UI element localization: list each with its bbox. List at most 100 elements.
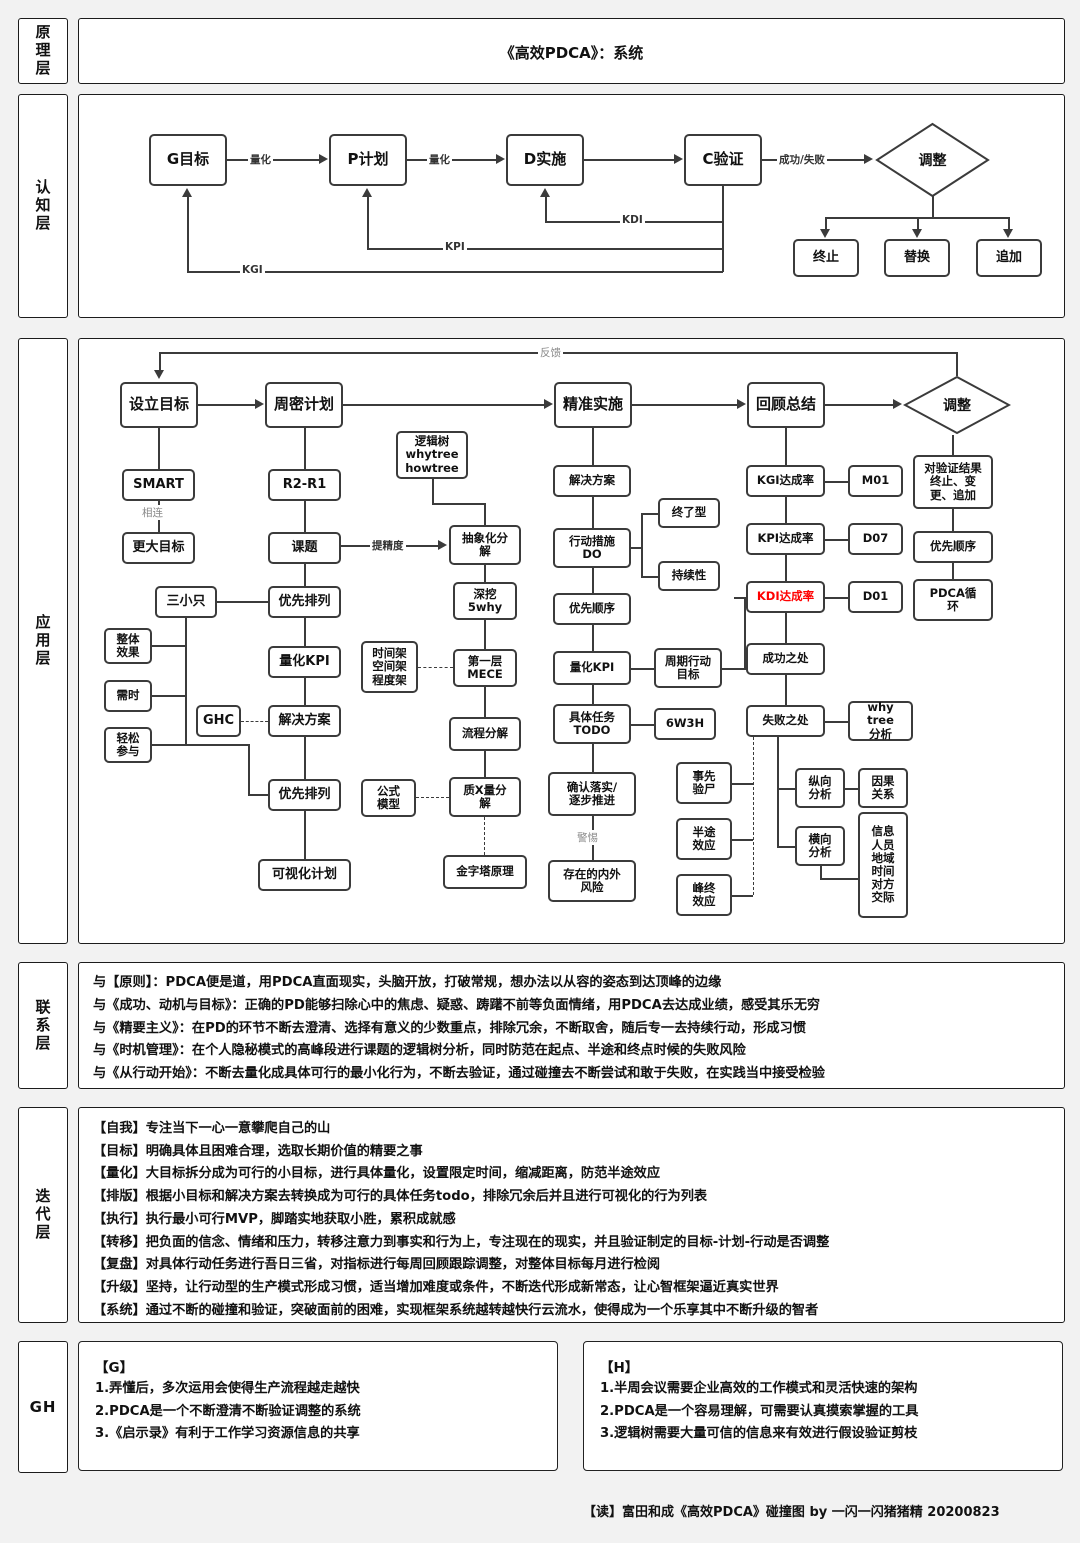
node-p-plan[interactable]: P计划	[329, 134, 407, 186]
node-kpi-rate[interactable]: KPI达成率	[746, 523, 825, 555]
node-stop[interactable]: 终止	[793, 239, 859, 277]
node-action-do[interactable]: 行动措施 DO	[553, 528, 631, 568]
node-internal-external-risk[interactable]: 存在的内外 风险	[548, 860, 636, 902]
node-ending-type[interactable]: 终了型	[658, 498, 720, 528]
node-ghc[interactable]: GHC	[196, 705, 241, 737]
node-when-needed-text: 需时	[116, 688, 140, 703]
connection-line: 与《时机管理》：在个人隐秘模式的高峰段进行课题的逻辑树分析，同时防范在起点、半途…	[93, 1043, 746, 1059]
node-dimensions-text: 信息 人员 地域 时间 对方 交际	[871, 824, 895, 905]
node-pyramid-principle[interactable]: 金字塔原理	[443, 855, 527, 889]
node-adjust-cognition[interactable]: 调整	[875, 122, 990, 198]
node-adjust-cognition-text: 调整	[918, 153, 947, 169]
node-topic[interactable]: 课题	[268, 532, 341, 564]
edge-topic-prior1	[304, 564, 306, 586]
node-review-summary[interactable]: 回顾总结	[747, 382, 825, 428]
node-kdi-rate[interactable]: KDI达成率	[746, 581, 825, 613]
node-r2-r1[interactable]: R2-R1	[268, 469, 341, 501]
node-append[interactable]: 追加	[976, 239, 1042, 277]
edge-result-priority	[952, 509, 954, 531]
node-thorough-plan[interactable]: 周密计划	[265, 382, 343, 428]
node-easy-participate[interactable]: 轻松 参与	[104, 727, 152, 763]
node-visual-plan[interactable]: 可视化计划	[258, 859, 351, 891]
layer-label-principle: 原理层	[18, 18, 68, 84]
node-todo-text: 具体任务 TODO	[569, 709, 615, 737]
node-priority-do[interactable]: 优先顺序	[553, 593, 631, 625]
node-precise-execute[interactable]: 精准实施	[554, 382, 632, 428]
node-m01[interactable]: M01	[848, 465, 903, 497]
layer-label-principle-text: 原理层	[33, 24, 52, 78]
edge-frames-mece	[418, 667, 453, 668]
node-d-do[interactable]: D实施	[506, 134, 584, 186]
node-adjust-application[interactable]: 调整	[903, 375, 1011, 435]
node-quantified-kpi-plan[interactable]: 量化KPI	[268, 646, 341, 678]
node-pdca-cycle[interactable]: PDCA循 环	[913, 579, 993, 621]
node-process-decompose[interactable]: 流程分解	[449, 717, 521, 751]
edge-plan-do-arrow	[544, 399, 553, 409]
edge-kdi-arrow	[540, 188, 550, 197]
node-success-points[interactable]: 成功之处	[746, 643, 825, 675]
node-vertical-analysis[interactable]: 纵向 分析	[795, 768, 845, 808]
edge-p-to-d	[407, 159, 497, 161]
node-c-check[interactable]: C验证	[684, 134, 762, 186]
edge-bus-to-prior2-h	[185, 744, 249, 746]
node-causal-relation[interactable]: 因果 关系	[858, 768, 908, 808]
edge-g-to-p-arrow	[319, 154, 328, 164]
node-peak-end-effect-text: 峰终 效应	[692, 880, 716, 908]
node-6w3h[interactable]: 6W3H	[654, 708, 716, 740]
node-abstract-decompose-text: 抽象化分 解	[462, 530, 508, 558]
node-causal-relation-text: 因果 关系	[871, 773, 895, 801]
node-kgi-rate[interactable]: KGI达成率	[746, 465, 825, 497]
node-todo[interactable]: 具体任务 TODO	[553, 704, 631, 744]
node-pre-autopsy[interactable]: 事先 验尸	[676, 762, 732, 804]
node-abstract-decompose[interactable]: 抽象化分 解	[449, 525, 521, 565]
node-confirm-implement[interactable]: 确认落实/ 逐步推进	[548, 772, 636, 816]
node-priority-adjust[interactable]: 优先顺序	[913, 531, 993, 563]
node-cycle-action-goal[interactable]: 周期行动 目标	[654, 648, 722, 688]
node-priority-order-2[interactable]: 优先排列	[268, 779, 341, 811]
node-quantified-kpi-do[interactable]: 量化KPI	[553, 651, 631, 685]
node-logic-tree[interactable]: 逻辑树 whytree howtree	[396, 431, 468, 479]
node-three-little[interactable]: 三小只	[155, 586, 217, 618]
node-d07[interactable]: D07	[848, 523, 903, 555]
edge-adjust-replace-arrow	[912, 229, 922, 238]
node-solution-plan[interactable]: 解决方案	[268, 705, 341, 737]
edge-bus-to-prior2-v	[248, 744, 250, 795]
node-priority-order-1[interactable]: 优先排列	[268, 586, 341, 618]
node-set-goal[interactable]: 设立目标	[120, 382, 198, 428]
edge-r2r1-topic	[304, 501, 306, 532]
edge-action-ending	[641, 513, 659, 515]
node-verify-result-action-text: 对验证结果 终止、变 更、追加	[924, 461, 982, 502]
node-midway-effect[interactable]: 半途 效应	[676, 818, 732, 860]
edge-failure-whytree	[825, 721, 848, 723]
node-internal-external-risk-text: 存在的内外 风险	[563, 866, 621, 894]
edge-do-solution	[592, 428, 594, 465]
iteration-line: 【系统】通过不断的碰撞和验证，突破面前的困难，实现框架系统越转越快行云流水，使得…	[93, 1302, 819, 1318]
node-formula-model[interactable]: 公式 模型	[361, 779, 416, 817]
node-smart[interactable]: SMART	[122, 469, 195, 501]
node-lasting[interactable]: 持续性	[658, 561, 720, 591]
node-quality-x-quantity[interactable]: 质X量分 解	[449, 777, 521, 817]
node-whole-effect[interactable]: 整体 效果	[104, 628, 152, 664]
node-deep-5why[interactable]: 深挖 5why	[453, 582, 517, 620]
node-replace[interactable]: 替换	[884, 239, 950, 277]
credit-line: 【读】富田和成《高效PDCA》碰撞图 by 一闪一闪猪猪精 20200823	[583, 1505, 1000, 1520]
edge-do-review-arrow	[737, 399, 746, 409]
node-why-tree-analysis[interactable]: why tree 分析	[848, 701, 913, 741]
edge-review-kgi	[785, 428, 787, 465]
node-dimensions[interactable]: 信息 人员 地域 时间 对方 交际	[858, 812, 908, 918]
node-cycle-action-goal-text: 周期行动 目标	[665, 653, 711, 681]
node-g-goal[interactable]: G目标	[149, 134, 227, 186]
edge-cyclegoal-kdi-h	[722, 668, 746, 670]
edge-label-xianglian: 相连	[140, 505, 165, 520]
node-bigger-goal[interactable]: 更大目标	[122, 532, 195, 564]
node-first-layer-mece[interactable]: 第一层 MECE	[453, 649, 517, 687]
node-peak-end-effect[interactable]: 峰终 效应	[676, 874, 732, 916]
node-whole-effect-text: 整体 效果	[116, 631, 140, 659]
node-frames[interactable]: 时间架 空间架 程度架	[361, 641, 418, 693]
node-d01[interactable]: D01	[848, 581, 903, 613]
node-horizontal-analysis[interactable]: 横向 分析	[795, 826, 845, 866]
node-solution-do[interactable]: 解决方案	[553, 465, 631, 497]
node-failure-points[interactable]: 失败之处	[746, 705, 825, 737]
node-when-needed[interactable]: 需时	[104, 680, 152, 712]
node-verify-result-action[interactable]: 对验证结果 终止、变 更、追加	[913, 455, 993, 509]
